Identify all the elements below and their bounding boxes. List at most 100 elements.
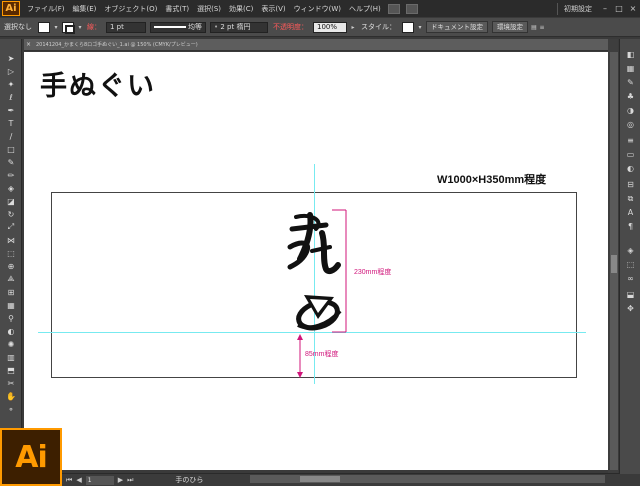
line-icon[interactable]: ∕ [4, 131, 18, 141]
bridge-icon[interactable] [387, 3, 400, 14]
free-transform-icon[interactable]: ⬚ [4, 248, 18, 258]
maximize-button[interactable]: □ [612, 3, 626, 15]
menu-help[interactable]: ヘルプ(H) [345, 4, 385, 14]
opacity-field[interactable]: 100% [313, 21, 347, 33]
perspective-icon[interactable]: ⟁ [4, 274, 18, 284]
symbol-sprayer-icon[interactable]: ✺ [4, 339, 18, 349]
dimension-label-85: 85mm程度 [305, 351, 339, 358]
menu-window[interactable]: ウィンドウ(W) [290, 4, 345, 14]
shape-builder-icon[interactable]: ⊕ [4, 261, 18, 271]
close-window-button[interactable]: × [626, 3, 640, 15]
arrange-documents-icon[interactable] [405, 3, 418, 14]
character-icon[interactable]: A [624, 207, 637, 218]
menu-object[interactable]: オブジェクト(O) [100, 4, 161, 14]
menu-select[interactable]: 選択(S) [193, 4, 225, 14]
type-icon[interactable]: T [4, 118, 18, 128]
canvas[interactable]: 手ぬぐい W1000×H350mm程度 230mm程度 85mm程度 [24, 52, 608, 470]
size-annotation: W1000×H350mm程度 [437, 174, 547, 186]
workspace-switcher[interactable]: 初期設定 [557, 2, 598, 15]
paintbrush-icon[interactable]: ✎ [4, 157, 18, 167]
prev-page-icon[interactable]: ◀ [74, 476, 83, 484]
menu-edit[interactable]: 編集(E) [69, 4, 101, 14]
style-dropdown-icon[interactable]: ▾ [416, 22, 424, 33]
current-tool-status[interactable]: 手のひら [175, 475, 203, 485]
fill-dropdown-icon[interactable]: ▾ [52, 22, 60, 33]
pen-icon[interactable]: ✒ [4, 105, 18, 115]
artboard-number-field[interactable]: 1 [85, 475, 114, 485]
graphic-style-swatch[interactable] [402, 21, 414, 33]
artboards-icon[interactable]: ⬚ [624, 259, 637, 270]
document-tab-label: 20141204_かまくら8ロゴ手ぬぐい_1.ai @ 150% (CMYK/プ… [36, 42, 198, 48]
pathfinder-icon[interactable]: ⧉ [624, 193, 637, 204]
gradient-panel-icon[interactable]: ▭ [624, 149, 637, 160]
eraser-icon[interactable]: ◪ [4, 196, 18, 206]
scale-icon[interactable]: ⤢ [4, 222, 18, 232]
paragraph-icon[interactable]: ¶ [624, 221, 637, 232]
navigator-icon[interactable]: ✥ [624, 303, 637, 314]
control-bar: 選択なし ▾ ▾ 線： 1 pt 均等 • 2 pt 楕円 不透明度： 100%… [0, 18, 640, 37]
appearance-icon[interactable]: ◎ [624, 119, 637, 130]
horizontal-scroll-thumb[interactable] [300, 476, 340, 482]
align-icon[interactable]: ⊟ [624, 179, 637, 190]
lasso-icon[interactable]: ℓ [4, 92, 18, 102]
menu-effect[interactable]: 効果(C) [225, 4, 257, 14]
close-tab-icon[interactable]: × [26, 41, 32, 48]
brushes-icon[interactable]: ✎ [624, 77, 637, 88]
brush-logo-artwork[interactable] [282, 207, 348, 337]
direct-select-icon[interactable]: ▷ [4, 66, 18, 76]
color-icon[interactable]: ◧ [624, 49, 637, 60]
brush-definition[interactable]: • 2 pt 楕円 [210, 21, 268, 33]
pencil-icon[interactable]: ✏ [4, 170, 18, 180]
fill-swatch[interactable] [38, 21, 50, 33]
magic-wand-icon[interactable]: ✦ [4, 79, 18, 89]
opacity-dropdown-icon[interactable]: ▸ [349, 22, 357, 33]
control-panel-menu-icon[interactable]: ≡ [538, 22, 546, 33]
stroke-weight-field[interactable]: 1 pt [106, 21, 146, 33]
illustrator-window: Ai ファイル(F) 編集(E) オブジェクト(O) 書式(T) 選択(S) 効… [0, 0, 640, 486]
selection-icon[interactable]: ➤ [4, 53, 18, 63]
graphic-styles-icon[interactable]: ◑ [624, 105, 637, 116]
last-page-icon[interactable]: ⏭ [125, 476, 135, 485]
stroke-swatch[interactable] [62, 21, 75, 34]
minimize-button[interactable]: – [598, 3, 612, 15]
graph-icon[interactable]: ▥ [4, 352, 18, 362]
document-tab[interactable]: × 20141204_かまくら8ロゴ手ぬぐい_1.ai @ 150% (CMYK… [24, 39, 608, 51]
menu-view[interactable]: 表示(V) [257, 4, 289, 14]
links-icon[interactable]: ∞ [624, 273, 637, 284]
document-setup-button[interactable]: ドキュメント設定 [426, 21, 488, 33]
artboard-icon[interactable]: ⬒ [4, 365, 18, 375]
style-label: スタイル： [361, 23, 396, 31]
transparency-icon[interactable]: ◐ [624, 163, 637, 174]
brush-dot-icon: • [214, 22, 219, 31]
zoom-icon[interactable]: ⚬ [4, 404, 18, 414]
symbols-icon[interactable]: ♣ [624, 91, 637, 102]
menu-bar: Ai ファイル(F) 編集(E) オブジェクト(O) 書式(T) 選択(S) 効… [0, 0, 640, 17]
menu-type[interactable]: 書式(T) [161, 4, 193, 14]
first-page-icon[interactable]: ⏮ [64, 476, 74, 485]
width-icon[interactable]: ⋈ [4, 235, 18, 245]
rotate-icon[interactable]: ↻ [4, 209, 18, 219]
eyedropper-icon[interactable]: ⚲ [4, 313, 18, 323]
vertical-scroll-thumb[interactable] [611, 255, 617, 273]
stroke-icon[interactable]: ≡ [624, 135, 637, 146]
swatches-icon[interactable]: ▦ [624, 63, 637, 74]
transform-icon[interactable]: ⬓ [624, 289, 637, 300]
stroke-label[interactable]: 線： [84, 22, 104, 32]
tools-panel: ➤ ▷ ✦ ℓ ✒ T ∕ □ ✎ ✏ ◈ ◪ ↻ ⤢ ⋈ ⬚ ⊕ ⟁ ⊞ ▦ … [0, 39, 22, 429]
preferences-button[interactable]: 環境設定 [492, 21, 528, 33]
mesh-icon[interactable]: ⊞ [4, 287, 18, 297]
next-page-icon[interactable]: ▶ [116, 476, 125, 484]
variable-width-profile[interactable]: 均等 [150, 21, 206, 33]
rectangle-icon[interactable]: □ [4, 144, 18, 154]
gradient-icon[interactable]: ▦ [4, 300, 18, 310]
blend-icon[interactable]: ◐ [4, 326, 18, 336]
arrange-icon[interactable]: ▤ [530, 22, 538, 33]
blob-brush-icon[interactable]: ◈ [4, 183, 18, 193]
opacity-label[interactable]: 不透明度： [270, 22, 311, 32]
slice-icon[interactable]: ✂ [4, 378, 18, 388]
hand-icon[interactable]: ✋ [4, 391, 18, 401]
menu-file[interactable]: ファイル(F) [23, 4, 69, 14]
stroke-dropdown-icon[interactable]: ▾ [76, 22, 84, 33]
app-logo-icon: Ai [2, 1, 20, 16]
layers-icon[interactable]: ◈ [624, 245, 637, 256]
